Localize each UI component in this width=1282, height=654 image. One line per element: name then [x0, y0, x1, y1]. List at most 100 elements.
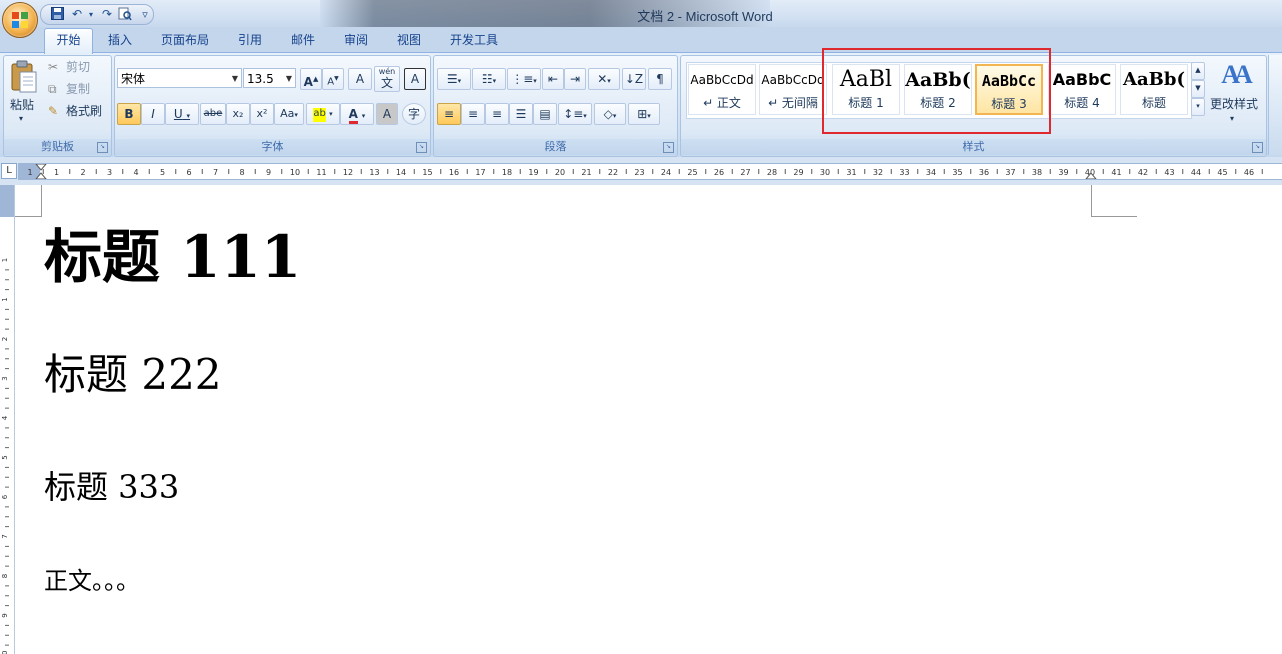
margin-corner-left: [41, 185, 42, 217]
chinese-layout-button[interactable]: ✕▾: [588, 68, 620, 90]
numbering-button[interactable]: ☷▾: [472, 68, 506, 90]
style-name: ↵ 正文: [703, 96, 741, 110]
copy-button[interactable]: ⧉ 复制: [48, 80, 108, 98]
ruler-number: 43: [1164, 168, 1174, 177]
change-styles-button[interactable]: AA 更改样式 ▾: [1206, 58, 1262, 128]
font-name-combo[interactable]: 宋体 ▼: [117, 68, 242, 88]
bold-button[interactable]: B: [117, 103, 141, 125]
clipboard-launcher-icon[interactable]: ↘: [97, 142, 108, 153]
heading-2-text[interactable]: 标题 222: [44, 350, 222, 400]
print-preview-icon[interactable]: [117, 7, 133, 22]
styles-more[interactable]: ▾: [1191, 98, 1205, 116]
character-border-icon: A: [410, 72, 420, 86]
font-group-label: 字体: [115, 139, 430, 155]
italic-button[interactable]: I: [141, 103, 165, 125]
ruler-number: 41: [1111, 168, 1121, 177]
font-color-icon: A: [348, 107, 358, 124]
shrink-font-button[interactable]: A▼: [322, 68, 344, 90]
redo-icon[interactable]: ↷: [99, 7, 115, 22]
style-sample: AaBbCcDd: [690, 73, 754, 87]
highlight-button[interactable]: ab ▾: [306, 103, 340, 125]
justify-icon: ☰: [515, 107, 527, 121]
show-marks-button[interactable]: ¶: [648, 68, 672, 90]
decrease-indent-button[interactable]: ⇤: [542, 68, 564, 90]
change-case-button[interactable]: Aa▾: [274, 103, 304, 125]
align-left-button[interactable]: ≡: [437, 103, 461, 125]
ruler-number: 1: [27, 168, 32, 177]
paste-button[interactable]: 粘贴 ▾: [6, 58, 42, 126]
heading-3-text[interactable]: 标题 333: [44, 467, 179, 507]
tab-references[interactable]: 引用: [228, 29, 272, 51]
styles-scroll-down[interactable]: ▼: [1191, 80, 1205, 98]
paragraph-launcher-icon[interactable]: ↘: [663, 142, 674, 153]
character-shading-button[interactable]: A: [376, 103, 398, 125]
style-title[interactable]: AaBb( 标题: [1120, 64, 1188, 115]
ruler-number: 32: [873, 168, 883, 177]
enclose-characters-button[interactable]: 字: [402, 103, 426, 125]
subscript-button[interactable]: x₂: [226, 103, 250, 125]
font-launcher-icon[interactable]: ↘: [416, 142, 427, 153]
undo-dropdown-icon[interactable]: ▾: [83, 7, 99, 22]
tab-insert[interactable]: 插入: [100, 29, 140, 51]
numbering-icon: ☷: [481, 72, 493, 86]
align-left-icon: ≡: [443, 107, 455, 121]
cut-button[interactable]: ✂ 剪切: [48, 58, 108, 76]
vertical-ruler[interactable]: 1 1 2 3 4 5 6 7 8 9 10: [0, 185, 15, 654]
justify-button[interactable]: ☰: [509, 103, 533, 125]
tab-selector[interactable]: L: [1, 163, 17, 179]
decrease-indent-icon: ⇤: [547, 72, 559, 86]
increase-indent-button[interactable]: ⇥: [564, 68, 586, 90]
save-icon[interactable]: [49, 7, 65, 22]
copy-label: 复制: [66, 82, 91, 96]
superscript-button[interactable]: x²: [250, 103, 274, 125]
style-heading-4[interactable]: AaBbC 标题 4: [1048, 64, 1116, 115]
line-spacing-button[interactable]: ↕≡▾: [558, 103, 592, 125]
highlight-icon: ab: [313, 108, 326, 122]
shading-button[interactable]: ◇▾: [594, 103, 626, 125]
strikethrough-icon: abe: [203, 108, 223, 119]
tab-mailings[interactable]: 邮件: [283, 29, 323, 51]
borders-button[interactable]: ⊞▾: [628, 103, 660, 125]
format-painter-label: 格式刷: [66, 104, 103, 118]
tab-page-layout[interactable]: 页面布局: [154, 29, 216, 51]
ruler-number: 14: [396, 168, 406, 177]
styles-scroll-up[interactable]: ▲: [1191, 62, 1205, 80]
ruler-number: 7: [213, 168, 218, 177]
ruler-number: 26: [714, 168, 724, 177]
window-title: 文档 2 - Microsoft Word: [637, 9, 773, 24]
font-size-value: 13.5: [247, 72, 274, 86]
underline-button[interactable]: U ▾: [165, 103, 199, 125]
grow-font-button[interactable]: A▲: [300, 68, 322, 90]
align-center-button[interactable]: ≡: [461, 103, 485, 125]
styles-launcher-icon[interactable]: ↘: [1252, 142, 1263, 153]
horizontal-ruler[interactable]: 1 1 2 3 4 5 6 7 8 9 10 11 12 13 14 15 16 17 18 19 20 21 22 23 24…: [18, 163, 1282, 180]
heading-1-text[interactable]: 标题 111: [44, 222, 301, 292]
multilevel-list-button[interactable]: ⋮≡▾: [507, 68, 541, 90]
strikethrough-button[interactable]: abe: [200, 103, 226, 125]
chinese-layout-icon: ✕: [597, 72, 608, 86]
font-color-button[interactable]: A ▾: [340, 103, 374, 125]
format-painter-button[interactable]: ✎ 格式刷: [48, 102, 108, 120]
body-text[interactable]: 正文。。。: [44, 566, 140, 596]
style-sample: AaBb(: [1123, 69, 1185, 90]
align-right-button[interactable]: ≡: [485, 103, 509, 125]
distributed-button[interactable]: ▤: [533, 103, 557, 125]
style-normal[interactable]: AaBbCcDd ↵ 正文: [688, 64, 756, 115]
bullets-button[interactable]: ☰▾: [437, 68, 471, 90]
tab-developer[interactable]: 开发工具: [444, 29, 504, 51]
office-button[interactable]: [2, 2, 38, 38]
font-size-combo[interactable]: 13.5 ▼: [243, 68, 296, 88]
ruler-number: 18: [502, 168, 512, 177]
clear-formatting-button[interactable]: A: [348, 68, 372, 90]
subscript-icon: x₂: [232, 107, 244, 120]
vruler-number: 2: [1, 337, 9, 341]
sort-button[interactable]: ↓Z: [622, 68, 646, 90]
tab-review[interactable]: 审阅: [336, 29, 376, 51]
phonetic-guide-button[interactable]: wén 文: [374, 66, 400, 92]
customize-icon[interactable]: ▿: [137, 7, 153, 22]
character-border-button[interactable]: A: [404, 68, 426, 90]
tab-home[interactable]: 开始: [44, 28, 93, 54]
style-no-spacing[interactable]: AaBbCcDd ↵ 无间隔: [759, 64, 827, 115]
tab-view[interactable]: 视图: [388, 29, 430, 51]
ruler-number: 30: [820, 168, 830, 177]
